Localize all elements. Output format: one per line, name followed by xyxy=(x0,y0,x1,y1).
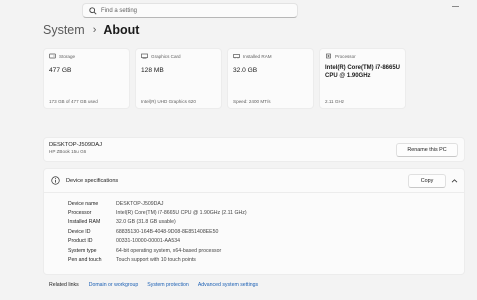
spec-row: Pen and touch Touch support with 10 touch… xyxy=(68,255,247,264)
breadcrumb: System › About xyxy=(43,23,139,37)
related-links: Related links Domain or workgroup System… xyxy=(43,282,267,288)
spec-value: Intel(R) Core(TM) i7-8665U CPU @ 1.90GHz… xyxy=(116,210,247,217)
ram-sub: Speed: 2400 MT/s xyxy=(233,99,271,104)
spec-key: Device ID xyxy=(68,228,91,235)
search-input[interactable]: Find a setting xyxy=(101,8,137,14)
graphics-card-icon xyxy=(141,53,148,59)
spec-key: Device name xyxy=(68,200,99,207)
graphics-card-label: Graphics Card xyxy=(151,53,181,59)
spec-value: 68835130-164B-4048-9D08-8E851408EE50 xyxy=(116,228,219,235)
ram-label: Installed RAM xyxy=(243,53,272,59)
spec-value: 32.0 GB (31.8 GB usable) xyxy=(116,219,176,226)
specs-title: Device specifications xyxy=(66,177,119,184)
page-title: About xyxy=(103,23,140,37)
spec-value: Touch support with 10 touch points xyxy=(116,257,196,264)
domain-workgroup-link[interactable]: Domain or workgroup xyxy=(89,282,139,288)
device-specifications-panel: Device specifications Copy Device name DE… xyxy=(43,168,465,275)
spec-value: DESKTOP-J509DAJ xyxy=(116,200,164,207)
spec-row: Installed RAM 32.0 GB (31.8 GB usable) xyxy=(68,218,247,227)
search-box[interactable]: Find a setting xyxy=(82,3,298,18)
info-icon xyxy=(51,176,60,185)
spec-row: System type 64-bit operating system, x64-… xyxy=(68,246,247,255)
spec-value: 64-bit operating system, x64-based proce… xyxy=(116,247,222,254)
breadcrumb-separator: › xyxy=(92,24,97,36)
spec-key: Pen and touch xyxy=(68,257,102,264)
minimize-icon[interactable] xyxy=(452,6,459,7)
storage-label: Storage xyxy=(59,53,76,59)
ram-value: 32.0 GB xyxy=(233,67,258,74)
spec-row: Product ID 00331-10000-00001-AA534 xyxy=(68,237,247,246)
device-name-panel: DESKTOP-J509DAJ HP ZBook 15u G6 Rename t… xyxy=(43,137,465,162)
chevron-up-icon[interactable] xyxy=(451,178,458,184)
processor-sub: 2.11 GHz xyxy=(325,99,345,104)
processor-icon xyxy=(325,53,332,59)
spec-row: Device ID 68835130-164B-4048-9D08-8E85140… xyxy=(68,227,247,236)
processor-value: Intel(R) Core(TM) i7-8665U CPU @ 1.90GHz xyxy=(325,65,401,79)
specs-list: Device name DESKTOP-J509DAJ Processor Inte… xyxy=(68,199,247,265)
graphics-card-card[interactable]: Graphics Card 128 MB Intel(R) UHD Graphi… xyxy=(135,48,222,109)
spec-row: Device name DESKTOP-J509DAJ xyxy=(68,199,247,208)
spec-key: Installed RAM xyxy=(68,219,101,226)
copy-button[interactable]: Copy xyxy=(408,174,446,188)
rename-pc-button[interactable]: Rename this PC xyxy=(396,143,458,157)
processor-label: Processor xyxy=(335,53,356,59)
search-icon xyxy=(89,6,97,15)
advanced-system-settings-link[interactable]: Advanced system settings xyxy=(198,282,258,288)
processor-card[interactable]: Processor Intel(R) Core(TM) i7-8665U CPU… xyxy=(319,48,406,109)
storage-sub: 173 GB of 477 GB used xyxy=(49,99,98,104)
storage-value: 477 GB xyxy=(49,67,72,74)
ram-icon xyxy=(233,53,240,59)
storage-icon xyxy=(49,53,56,59)
spec-row: Processor Intel(R) Core(TM) i7-8665U CPU … xyxy=(68,208,247,217)
system-protection-link[interactable]: System protection xyxy=(147,282,189,288)
graphics-card-sub: Intel(R) UHD Graphics 620 xyxy=(141,99,196,104)
breadcrumb-parent[interactable]: System xyxy=(43,23,85,37)
spec-key: System type xyxy=(68,247,97,254)
spec-key: Processor xyxy=(68,210,92,217)
spec-value: 00331-10000-00001-AA534 xyxy=(116,238,181,245)
ram-card[interactable]: Installed RAM 32.0 GB Speed: 2400 MT/s xyxy=(227,48,314,109)
summary-cards: Storage 477 GB 173 GB of 477 GB used Gra… xyxy=(43,48,406,109)
related-links-label: Related links xyxy=(49,282,79,288)
specs-header[interactable]: Device specifications xyxy=(44,169,464,193)
graphics-card-value: 128 MB xyxy=(141,67,164,74)
storage-card[interactable]: Storage 477 GB 173 GB of 477 GB used xyxy=(43,48,130,109)
spec-key: Product ID xyxy=(68,238,93,245)
